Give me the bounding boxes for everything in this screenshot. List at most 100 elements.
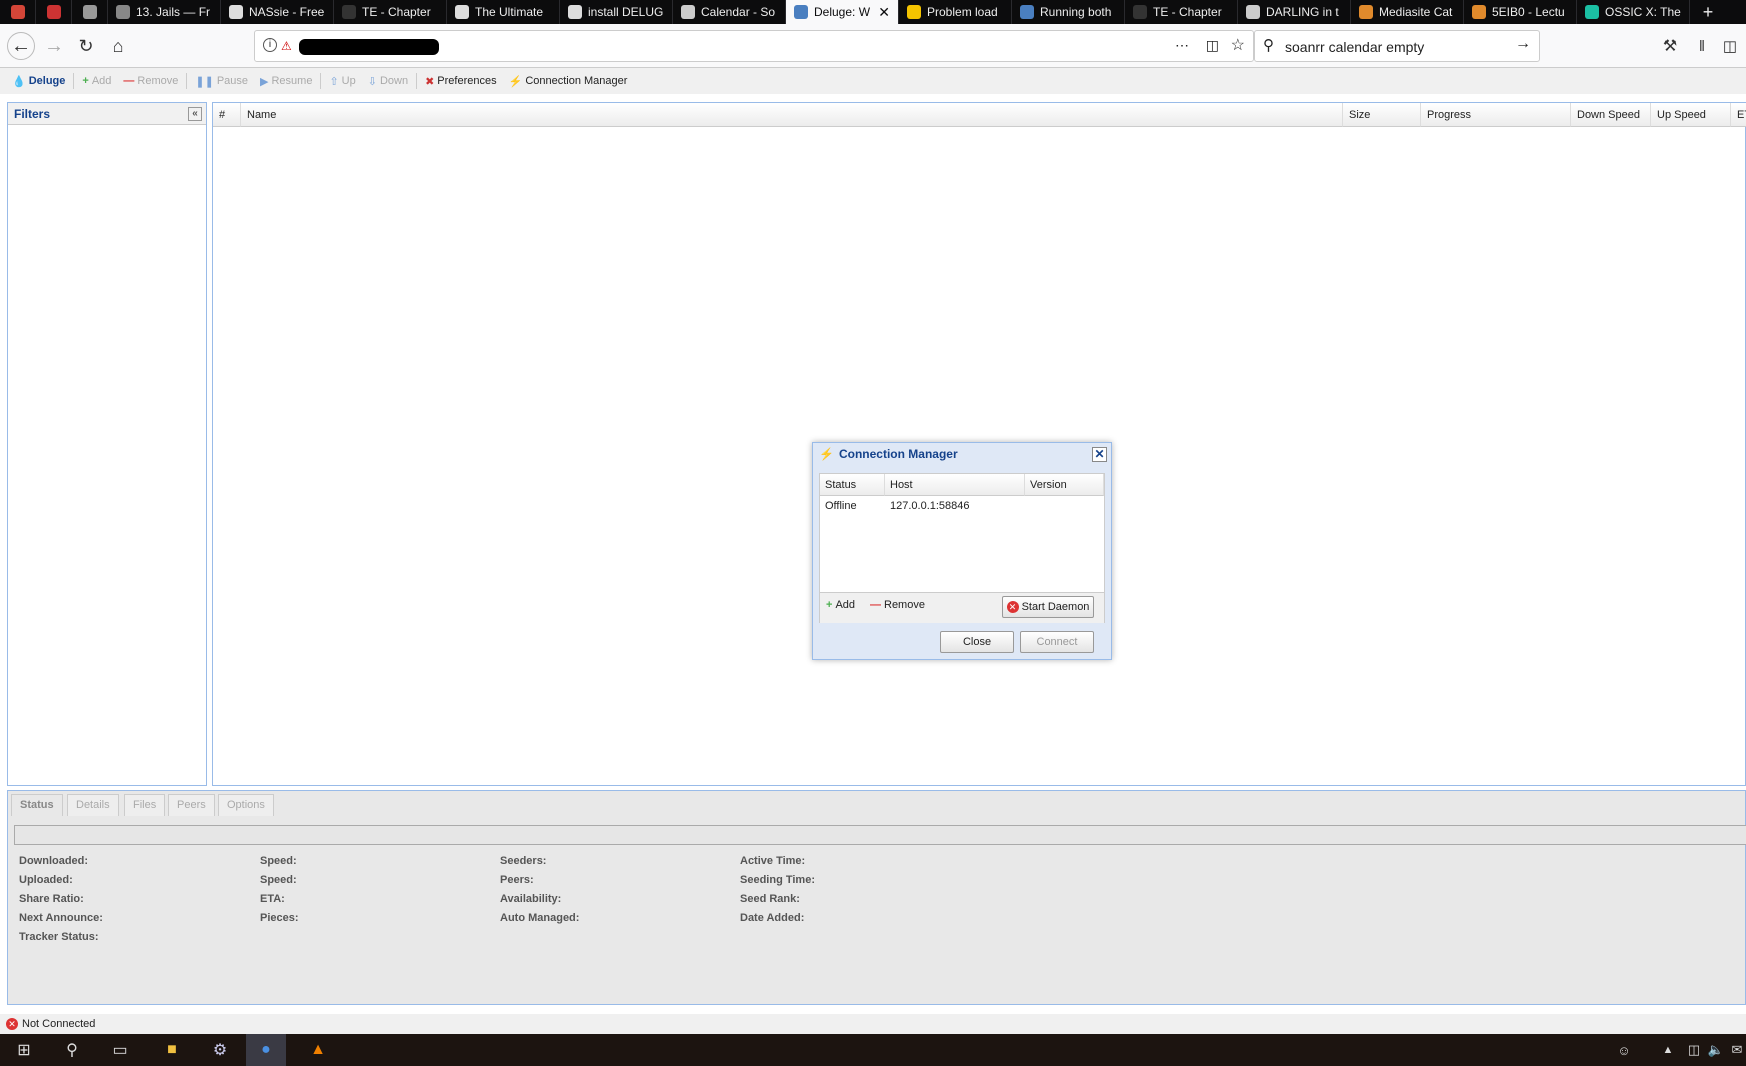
info-icon[interactable]: i (263, 38, 277, 52)
browser-tab[interactable]: 13. Jails — Fr (108, 0, 221, 24)
pocket-icon[interactable]: ◫ (1206, 37, 1219, 54)
tab-details[interactable]: Details (67, 794, 119, 816)
browser-tab[interactable]: Calendar - So (673, 0, 786, 24)
toolbar-separator (320, 73, 322, 89)
browser-tab[interactable]: OSSIC X: The (1577, 0, 1690, 24)
library-icon[interactable]: ‖ (1688, 32, 1716, 60)
gmail-icon (10, 5, 25, 19)
field-label: Share Ratio: (19, 893, 84, 905)
steam-icon[interactable]: ⚙ (200, 1034, 240, 1066)
browser-tab[interactable] (36, 0, 72, 24)
column-header-index[interactable]: # (213, 103, 241, 127)
browser-tab[interactable]: Mediasite Cat (1351, 0, 1464, 24)
browser-tab-label: Mediasite Cat (1379, 5, 1453, 19)
reload-icon[interactable]: ↻ (72, 32, 100, 60)
tab-peers[interactable]: Peers (168, 794, 215, 816)
column-header-progress[interactable]: Progress (1421, 103, 1571, 127)
people-icon[interactable]: ☺ (1612, 1034, 1636, 1066)
deluge-icon (794, 5, 808, 19)
error-icon: ✕ (6, 1018, 18, 1030)
column-header-host[interactable]: Host (885, 474, 1025, 496)
browser-tab[interactable]: DARLING in t (1238, 0, 1351, 24)
pause-button[interactable]: ❚❚ Pause (191, 73, 252, 90)
page-icon (229, 5, 243, 19)
insecure-lock-icon[interactable]: ⚠ (281, 39, 292, 53)
search-icon[interactable]: ⚲ (52, 1034, 92, 1066)
connect-button[interactable]: Connect (1020, 631, 1094, 653)
connection-manager-button[interactable]: ⚡ Connection Manager (505, 73, 632, 90)
host-row[interactable]: Offline 127.0.0.1:58846 (820, 496, 1104, 516)
sidebar-icon[interactable]: ◫ (1716, 32, 1744, 60)
firefox-icon[interactable]: ● (246, 1034, 286, 1066)
file-explorer-icon[interactable]: ■ (152, 1034, 192, 1066)
field-label: Peers: (500, 874, 534, 886)
plus-icon: + (82, 75, 89, 87)
page-actions-icon[interactable]: ⋯ (1175, 37, 1189, 54)
add-torrent-button[interactable]: + Add (78, 73, 115, 89)
back-arrow-icon[interactable]: ← (7, 32, 35, 60)
go-arrow-icon[interactable]: → (1515, 35, 1531, 53)
task-view-icon[interactable]: ▭ (100, 1034, 140, 1066)
browser-tab[interactable]: The Ultimate (447, 0, 560, 24)
queue-up-button[interactable]: ⇧ Up (325, 73, 359, 90)
column-header-down-speed[interactable]: Down Speed (1571, 103, 1651, 127)
column-header-eta[interactable]: ETA (1731, 103, 1746, 127)
vlc-icon[interactable]: ▲ (298, 1034, 338, 1066)
remove-host-button[interactable]: — Remove (870, 599, 925, 611)
collapse-icon[interactable]: « (188, 107, 202, 121)
column-header-name[interactable]: Name (241, 103, 1343, 127)
browser-tab[interactable]: install DELUG (560, 0, 673, 24)
deluge-drop-icon: 💧 (12, 75, 26, 88)
volume-icon[interactable]: 🔈 (1706, 1034, 1726, 1066)
tab-options[interactable]: Options (218, 794, 274, 816)
browser-tab-label: 5EIB0 - Lectu (1492, 5, 1565, 19)
preferences-button[interactable]: ✖ Preferences (421, 73, 501, 90)
search-bar[interactable]: ⚲ soanrr calendar empty → (1254, 30, 1540, 62)
minus-icon: — (870, 599, 881, 611)
plus-icon: + (826, 599, 833, 611)
browser-tab-label: NASsie - Free (249, 5, 325, 19)
close-button[interactable]: Close (940, 631, 1014, 653)
browser-tab[interactable]: 5EIB0 - Lectu (1464, 0, 1577, 24)
close-tab-icon[interactable]: ✕ (878, 4, 890, 21)
dialog-title-bar: ⚡ Connection Manager ✕ (813, 443, 1111, 465)
start-daemon-button[interactable]: ✕ Start Daemon (1002, 596, 1094, 618)
resume-button[interactable]: ▶ Resume (256, 73, 316, 90)
filters-title: Filters (14, 107, 51, 121)
home-icon[interactable]: ⌂ (104, 32, 132, 60)
tab-files[interactable]: Files (124, 794, 166, 816)
browser-tab-label: OSSIC X: The (1605, 5, 1681, 19)
browser-tab[interactable]: TE - Chapter (1125, 0, 1238, 24)
column-header-version[interactable]: Version (1025, 474, 1104, 496)
browser-tab[interactable]: Running both (1012, 0, 1125, 24)
network-icon[interactable]: ◫ (1684, 1034, 1704, 1066)
browser-tab[interactable] (0, 0, 36, 24)
windows-start-icon[interactable]: ⊞ (4, 1034, 44, 1066)
notifications-icon[interactable]: ✉ (1728, 1034, 1746, 1066)
browser-tab[interactable]: Deluge: W ✕ (786, 0, 899, 24)
tray-expand-icon[interactable]: ▲ (1660, 1034, 1676, 1066)
remove-torrent-button[interactable]: — Remove (119, 73, 182, 89)
queue-down-button[interactable]: ⇩ Down (364, 73, 412, 90)
wrench-icon[interactable]: ⚒ (1656, 32, 1684, 60)
browser-tab-label: TE - Chapter (1153, 5, 1222, 19)
kickstarter-icon (1585, 5, 1599, 19)
column-header-size[interactable]: Size (1343, 103, 1421, 127)
new-tab-icon[interactable]: + (1690, 0, 1726, 24)
browser-tab[interactable]: Problem load (899, 0, 1012, 24)
field-label: Availability: (500, 893, 562, 905)
browser-tab[interactable]: NASsie - Free (221, 0, 334, 24)
column-header-up-speed[interactable]: Up Speed (1651, 103, 1731, 127)
browser-tab[interactable]: TE - Chapter (334, 0, 447, 24)
close-icon[interactable]: ✕ (1092, 447, 1107, 462)
deluge-icon (1020, 5, 1034, 19)
add-host-button[interactable]: + Add (826, 599, 855, 611)
tab-status[interactable]: Status (11, 794, 63, 816)
browser-tab[interactable] (72, 0, 108, 24)
field-label: Auto Managed: (500, 912, 580, 924)
forward-arrow-icon[interactable]: → (40, 32, 68, 60)
url-bar[interactable]: i ⚠ ⋯ ◫ ☆ (254, 30, 1254, 62)
bookmark-star-icon[interactable]: ☆ (1231, 35, 1245, 55)
pause-icon: ❚❚ (195, 75, 214, 88)
column-header-status[interactable]: Status (820, 474, 885, 496)
